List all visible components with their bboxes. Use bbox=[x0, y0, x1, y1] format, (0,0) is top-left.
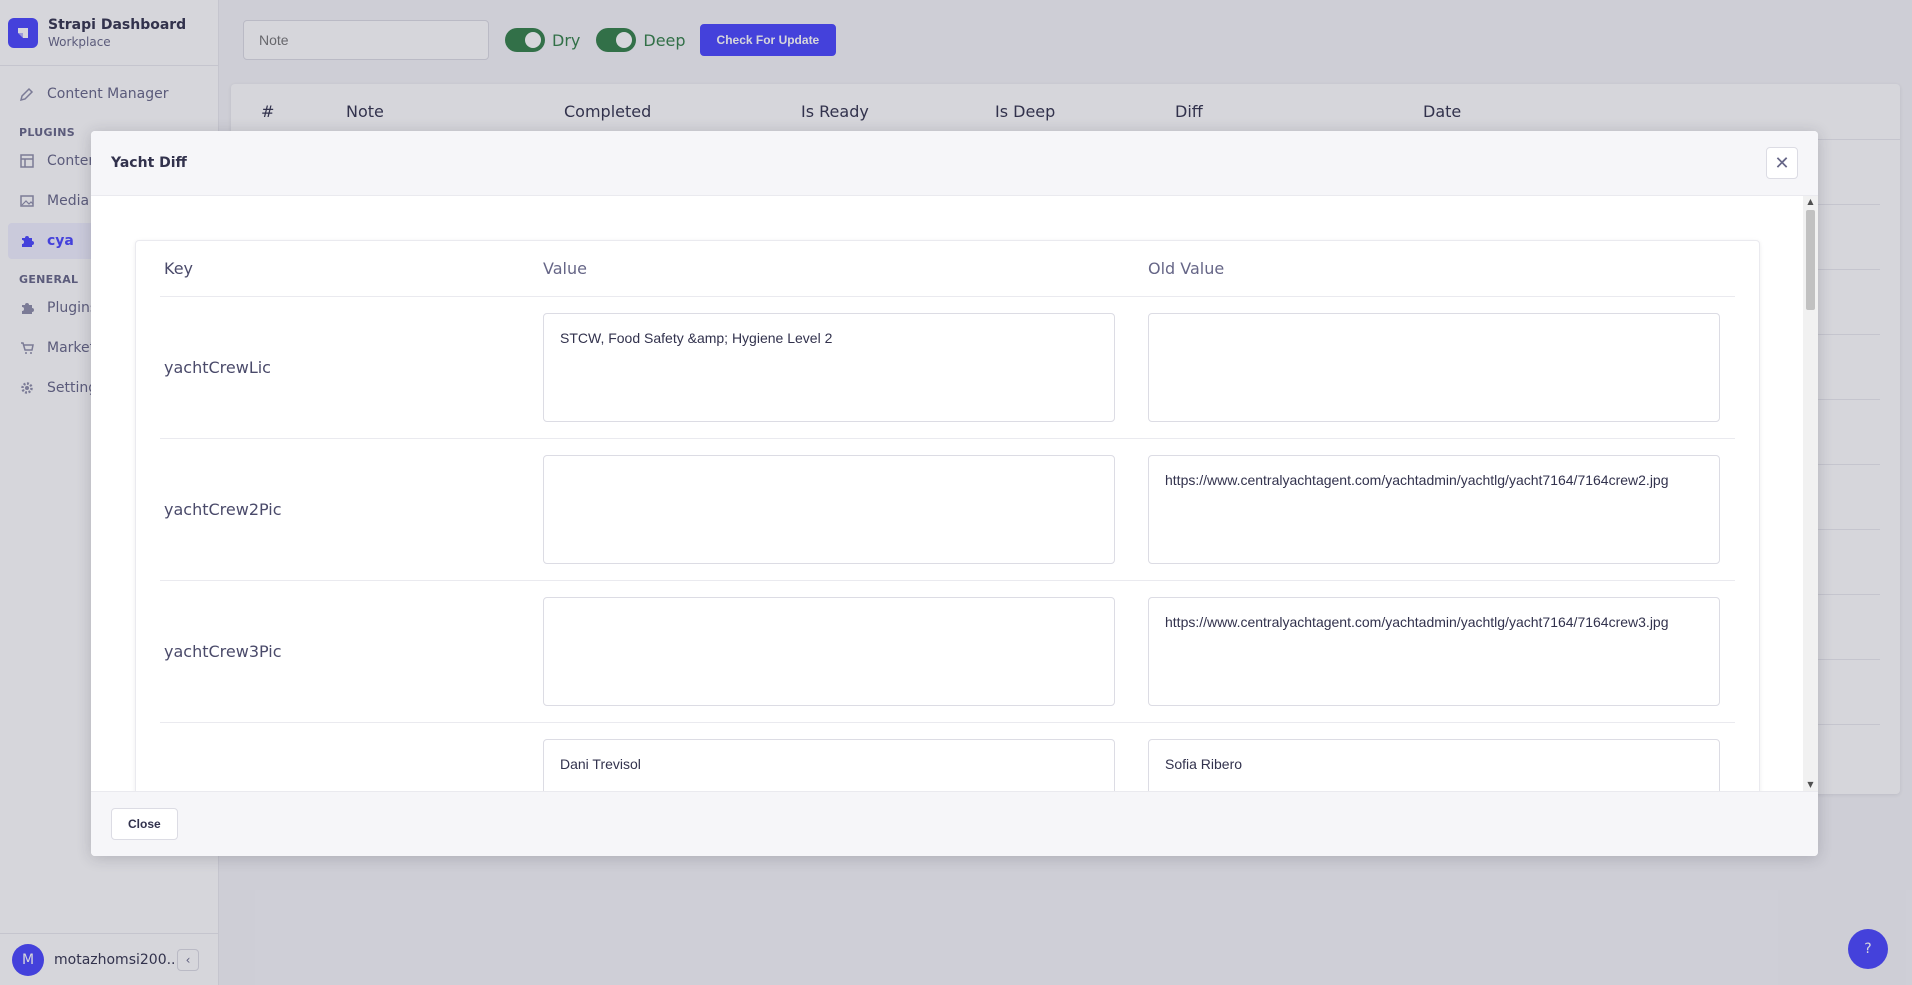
diff-key: yachtCrew2Pic bbox=[164, 500, 282, 519]
old-value-textarea[interactable]: https://www.centralyachtagent.com/yachta… bbox=[1148, 455, 1720, 564]
modal-header: Yacht Diff ✕ bbox=[91, 131, 1818, 196]
diff-key: yachtCrewLic bbox=[164, 358, 271, 377]
scrollbar-thumb[interactable] bbox=[1806, 210, 1815, 310]
close-icon: ✕ bbox=[1774, 152, 1790, 174]
modal-body[interactable]: Key Value Old Value yachtCrewLic STCW, F… bbox=[91, 196, 1818, 791]
key-column-header: Key bbox=[164, 259, 194, 278]
diff-row: yachtCrew2Pic https://www.centralyachtag… bbox=[160, 439, 1735, 581]
diff-row: yachtCrewN Dani Trevisol Sofia Ribero bbox=[160, 723, 1735, 791]
value-textarea[interactable]: Dani Trevisol bbox=[543, 739, 1115, 791]
diff-table: Key Value Old Value yachtCrewLic STCW, F… bbox=[135, 240, 1760, 791]
value-textarea[interactable] bbox=[543, 597, 1115, 706]
scroll-down-arrow-icon[interactable]: ▼ bbox=[1803, 779, 1818, 791]
modal-title: Yacht Diff bbox=[111, 155, 187, 171]
modal-footer: Close bbox=[91, 791, 1818, 856]
old-value-textarea[interactable] bbox=[1148, 313, 1720, 422]
old-value-column-header: Old Value bbox=[1148, 259, 1225, 278]
old-value-textarea[interactable]: https://www.centralyachtagent.com/yachta… bbox=[1148, 597, 1720, 706]
old-value-textarea[interactable]: Sofia Ribero bbox=[1148, 739, 1720, 791]
diff-row: yachtCrew3Pic https://www.centralyachtag… bbox=[160, 581, 1735, 723]
close-button[interactable]: Close bbox=[111, 808, 178, 840]
diff-key: yachtCrew3Pic bbox=[164, 642, 282, 661]
close-modal-button[interactable]: ✕ bbox=[1766, 147, 1798, 179]
modal-scrollbar[interactable]: ▲ ▼ bbox=[1803, 196, 1818, 791]
diff-table-header: Key Value Old Value bbox=[160, 241, 1735, 297]
value-column-header: Value bbox=[543, 259, 587, 278]
diff-row: yachtCrewLic STCW, Food Safety &amp; Hyg… bbox=[160, 297, 1735, 439]
scroll-up-arrow-icon[interactable]: ▲ bbox=[1803, 196, 1818, 208]
value-textarea[interactable] bbox=[543, 455, 1115, 564]
yacht-diff-modal: Yacht Diff ✕ Key Value Old Value yachtCr… bbox=[91, 131, 1818, 856]
value-textarea[interactable]: STCW, Food Safety &amp; Hygiene Level 2 bbox=[543, 313, 1115, 422]
